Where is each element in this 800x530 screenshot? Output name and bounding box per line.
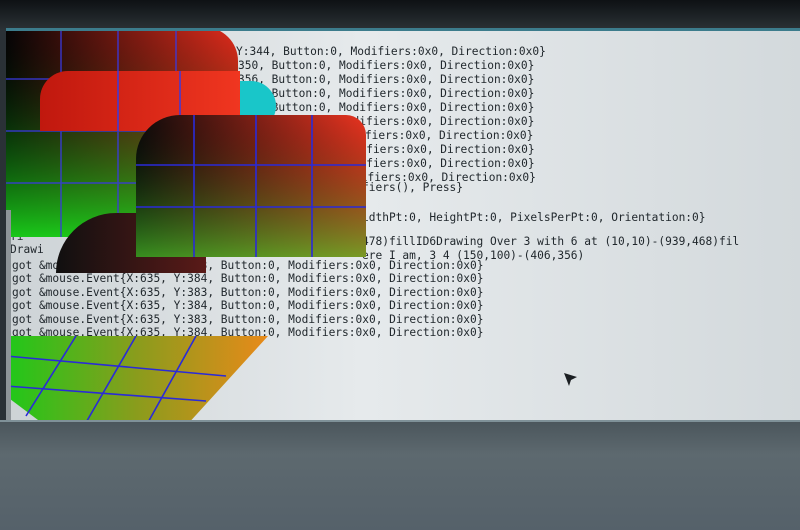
log-line: 356, Button:0, Modifiers:0x0, Direction:…	[238, 73, 535, 86]
log-fragment: Drawi	[10, 243, 44, 256]
log-line: Y:344, Button:0, Modifiers:0x0, Directio…	[236, 45, 546, 58]
log-line: odifiers:0x0, Direction:0x0}	[346, 157, 535, 170]
gradient-rounded-rect-front	[136, 115, 366, 257]
log-line: 350, Button:0, Modifiers:0x0, Direction:…	[238, 59, 535, 72]
log-line-mouse-event: got &mouse.Event{X:635, Y:383, Button:0,…	[12, 286, 484, 299]
terminal-window[interactable]: g Y:344, Button:0, Modifiers:0x0, Direct…	[6, 28, 800, 423]
log-line: idthPt:0, HeightPt:0, PixelsPerPt:0, Ori…	[362, 211, 706, 224]
log-line: odifiers:0x0, Direction:0x0}	[346, 143, 535, 156]
monitor-bezel-top	[0, 0, 800, 30]
log-line-mouse-event: got &mouse.Event{X:635, Y:384, Button:0,…	[12, 272, 484, 285]
log-line-mouse-event: got &mouse.Event{X:635, Y:383, Button:0,…	[12, 313, 484, 326]
mouse-pointer-icon	[564, 372, 578, 391]
gradient-skewed-rect	[6, 336, 268, 423]
log-line: fiers(), Press}	[362, 181, 464, 194]
log-line: 478)fillID6Drawing Over 3 with 6 at (10,…	[362, 235, 740, 248]
log-line: 362, Button:0, Modifiers:0x0, Direction:…	[238, 87, 535, 100]
log-line: 368, Button:0, Modifiers:0x0, Direction:…	[238, 101, 535, 114]
desktop-bottom-panel	[0, 420, 800, 530]
log-line-mouse-event: got &mouse.Event{X:635, Y:384, Button:0,…	[12, 299, 484, 312]
log-line: Modifiers:0x0, Direction:0x0}	[338, 129, 534, 142]
terminal-scrollbar[interactable]	[6, 210, 11, 420]
